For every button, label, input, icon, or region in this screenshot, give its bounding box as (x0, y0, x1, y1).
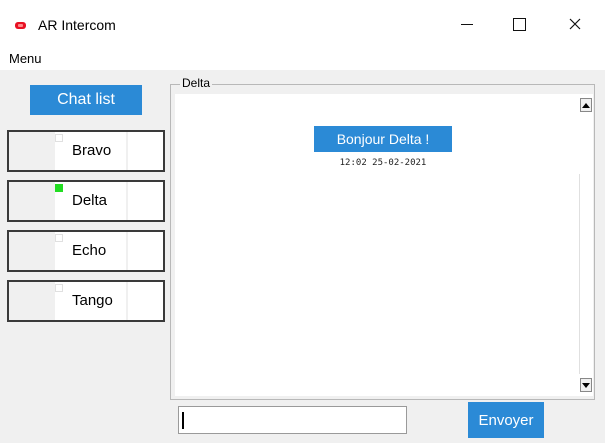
contact-item-delta[interactable]: Delta (7, 180, 165, 222)
contact-item-tango[interactable]: Tango (7, 280, 165, 322)
title-bar: AR Intercom (0, 0, 605, 48)
online-status-icon (55, 184, 63, 192)
contact-label: Bravo (72, 142, 112, 159)
message-timestamp: 12:02 25-02-2021 (339, 158, 427, 168)
maximize-button[interactable] (496, 0, 542, 48)
minimize-button[interactable] (444, 0, 490, 48)
window-title: AR Intercom (38, 17, 116, 33)
contact-side-field (128, 182, 163, 220)
status-indicator-icon (55, 284, 63, 292)
app-icon (15, 22, 26, 29)
contact-label: Delta (72, 192, 108, 209)
chat-list-button[interactable]: Chat list (30, 85, 142, 115)
arrow-up-icon (582, 102, 590, 108)
chat-scrollbar[interactable] (579, 94, 593, 396)
status-indicator-icon (55, 234, 63, 242)
text-caret (182, 412, 184, 429)
menu-item-menu[interactable]: Menu (9, 51, 42, 66)
scroll-down-button[interactable] (580, 378, 592, 392)
contact-side-field (128, 132, 163, 170)
message-input[interactable] (178, 406, 407, 434)
contact-item-echo[interactable]: Echo (7, 230, 165, 272)
chat-group-title: Delta (180, 76, 213, 90)
arrow-down-icon (582, 382, 590, 388)
scroll-up-button[interactable] (580, 98, 592, 112)
menu-bar: Menu (0, 48, 605, 70)
minimize-icon (461, 23, 473, 25)
status-indicator-icon (55, 134, 63, 142)
contact-side-field (128, 232, 163, 270)
close-icon (569, 18, 581, 30)
send-button[interactable]: Envoyer (468, 402, 544, 438)
contact-label: Echo (72, 242, 107, 259)
contact-label: Tango (72, 292, 113, 309)
contact-side-field (128, 282, 163, 320)
contact-item-bravo[interactable]: Bravo (7, 130, 165, 172)
close-button[interactable] (552, 0, 598, 48)
maximize-icon (512, 17, 526, 31)
scroll-track (579, 174, 580, 374)
message-bubble: Bonjour Delta ! (314, 126, 452, 152)
